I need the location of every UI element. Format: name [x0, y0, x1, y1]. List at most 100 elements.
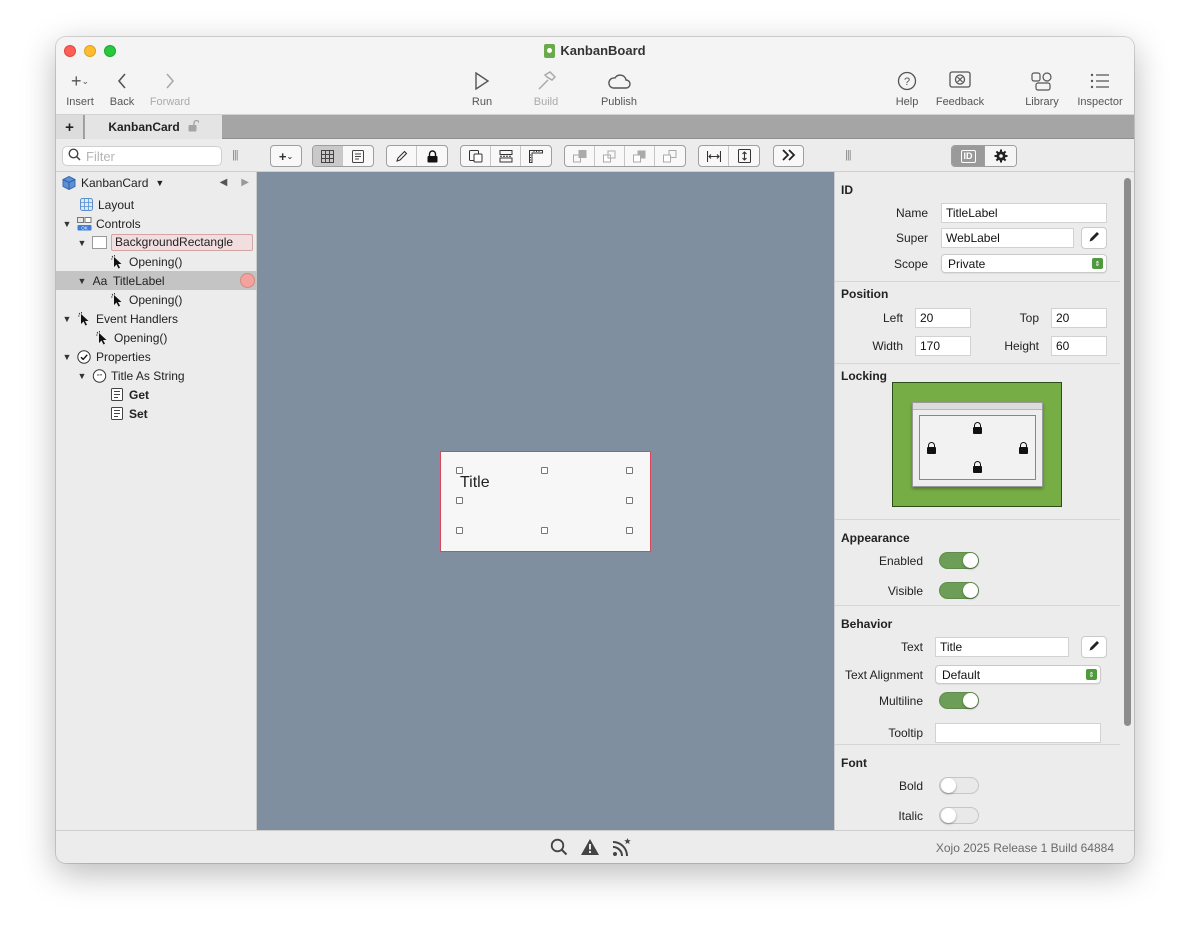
- disclosure-open-icon[interactable]: ▼: [62, 219, 72, 229]
- resize-handle[interactable]: [626, 467, 633, 474]
- layout-canvas[interactable]: Title: [257, 172, 834, 830]
- disclosure-open-icon[interactable]: ▼: [62, 314, 72, 324]
- lock-left-icon[interactable]: [927, 442, 936, 454]
- lock-bottom-icon[interactable]: [973, 461, 982, 473]
- lock-icon[interactable]: [417, 146, 447, 166]
- send-to-back-icon[interactable]: [655, 146, 685, 166]
- left-field[interactable]: 20: [915, 308, 971, 328]
- height-field[interactable]: 60: [1051, 336, 1107, 356]
- tab-kanbancard[interactable]: KanbanCard: [85, 115, 222, 139]
- name-field[interactable]: TitleLabel: [941, 203, 1107, 223]
- status-icons: [550, 837, 632, 862]
- pencil-icon[interactable]: [387, 146, 417, 166]
- disclosure-open-icon[interactable]: ▼: [77, 276, 87, 286]
- resize-handle[interactable]: [456, 467, 463, 474]
- code-view-icon[interactable]: [343, 146, 373, 166]
- enabled-toggle[interactable]: [939, 552, 979, 569]
- search-icon[interactable]: [550, 838, 568, 861]
- navigator-splitter-icon[interactable]: |||: [232, 149, 239, 161]
- lock-right-icon[interactable]: [1019, 442, 1028, 454]
- publish-button[interactable]: Publish: [591, 67, 647, 108]
- contain-icon[interactable]: [461, 146, 491, 166]
- next-icon[interactable]: ▶: [241, 177, 249, 188]
- bold-toggle[interactable]: [939, 777, 979, 794]
- nav-getter[interactable]: Get: [56, 385, 257, 404]
- library-button[interactable]: Library: [1014, 67, 1070, 108]
- super-field[interactable]: WebLabel: [941, 228, 1074, 248]
- italic-toggle[interactable]: [939, 807, 979, 824]
- event-cursor-icon: [76, 311, 92, 326]
- more-tools-button[interactable]: [773, 145, 804, 167]
- fit-width-icon[interactable]: [699, 146, 729, 166]
- caret-down-icon[interactable]: ▼: [155, 178, 164, 188]
- nav-title-property[interactable]: ▼ “” Title As String: [56, 366, 257, 385]
- ruler-icon[interactable]: [521, 146, 551, 166]
- text-label: Text: [900, 640, 923, 654]
- id-inspector-icon[interactable]: ID: [952, 146, 984, 166]
- bring-forward-icon[interactable]: [595, 146, 625, 166]
- disclosure-open-icon[interactable]: ▼: [77, 238, 87, 248]
- text-alignment-select[interactable]: Default ⇕: [935, 665, 1101, 684]
- tooltip-field[interactable]: [935, 723, 1101, 743]
- nav-background-rectangle[interactable]: ▼ BackgroundRectangle: [56, 233, 257, 252]
- resize-handle[interactable]: [626, 497, 633, 504]
- warning-icon[interactable]: [580, 838, 600, 861]
- help-button[interactable]: ? Help: [879, 67, 935, 108]
- resize-handle[interactable]: [541, 467, 548, 474]
- messages-feed-icon[interactable]: [612, 837, 632, 862]
- run-button[interactable]: Run: [454, 67, 510, 108]
- text-field[interactable]: Title: [935, 637, 1069, 657]
- previous-icon[interactable]: ◀: [220, 177, 228, 188]
- grid-view-icon[interactable]: [313, 146, 343, 166]
- selected-title-label[interactable]: Title: [440, 451, 651, 552]
- filter-field[interactable]: [62, 146, 222, 166]
- fit-height-icon[interactable]: [729, 146, 759, 166]
- nav-controls[interactable]: ▼ OK Controls: [56, 214, 257, 233]
- multiline-toggle[interactable]: [939, 692, 979, 709]
- scope-select[interactable]: Private ⇕: [941, 254, 1107, 273]
- build-button[interactable]: Build: [518, 67, 574, 108]
- edit-super-button[interactable]: [1081, 227, 1107, 249]
- resize-handle[interactable]: [456, 527, 463, 534]
- nav-properties[interactable]: ▼ Properties: [56, 347, 257, 366]
- nav-opening-handler[interactable]: Opening(): [56, 328, 257, 347]
- send-backward-icon[interactable]: [625, 146, 655, 166]
- add-control-button[interactable]: + ⌄: [270, 145, 302, 167]
- top-field[interactable]: 20: [1051, 308, 1107, 328]
- edit-text-button[interactable]: [1081, 636, 1107, 658]
- pencil-icon: [1088, 639, 1101, 655]
- nav-layout[interactable]: Layout: [56, 195, 257, 214]
- inspector-button[interactable]: Inspector: [1072, 67, 1128, 108]
- width-field[interactable]: 170: [915, 336, 971, 356]
- add-tab-button[interactable]: +: [56, 115, 84, 139]
- editor-toolbar: ||| +⌄: [56, 139, 1134, 172]
- breakpoint-indicator[interactable]: [240, 273, 255, 288]
- inspector-scrollbar-thumb[interactable]: [1124, 178, 1131, 726]
- filter-input[interactable]: [86, 148, 206, 164]
- gear-icon[interactable]: [984, 146, 1016, 166]
- navigator-root[interactable]: KanbanCard ▼ ◀ ▶: [56, 173, 257, 192]
- resize-handle[interactable]: [541, 527, 548, 534]
- resize-handle[interactable]: [456, 497, 463, 504]
- behavior-section-title: Behavior: [841, 617, 893, 631]
- locking-control[interactable]: [892, 382, 1062, 507]
- inspector-scrollbar[interactable]: [1120, 172, 1134, 830]
- nav-title-label[interactable]: ▼ Aa TitleLabel: [56, 271, 257, 290]
- distribute-icon[interactable]: [491, 146, 521, 166]
- unlock-icon[interactable]: [188, 119, 200, 135]
- lock-top-icon[interactable]: [973, 422, 982, 434]
- appearance-section: Appearance Enabled Visible: [835, 520, 1121, 606]
- nav-event-handlers[interactable]: ▼ Event Handlers: [56, 309, 257, 328]
- feedback-button[interactable]: Feedback: [932, 67, 988, 108]
- resize-handle[interactable]: [626, 527, 633, 534]
- nav-setter[interactable]: Set: [56, 404, 257, 423]
- disclosure-open-icon[interactable]: ▼: [62, 352, 72, 362]
- visible-toggle[interactable]: [939, 582, 979, 599]
- nav-opening-event[interactable]: Opening(): [56, 252, 257, 271]
- inspector-splitter-icon[interactable]: |||: [845, 149, 852, 161]
- forward-button[interactable]: Forward: [142, 67, 198, 108]
- status-bar: Xojo 2025 Release 1 Build 64884: [56, 830, 1134, 863]
- nav-opening-event[interactable]: Opening(): [56, 290, 257, 309]
- bring-to-front-icon[interactable]: [565, 146, 595, 166]
- disclosure-open-icon[interactable]: ▼: [77, 371, 87, 381]
